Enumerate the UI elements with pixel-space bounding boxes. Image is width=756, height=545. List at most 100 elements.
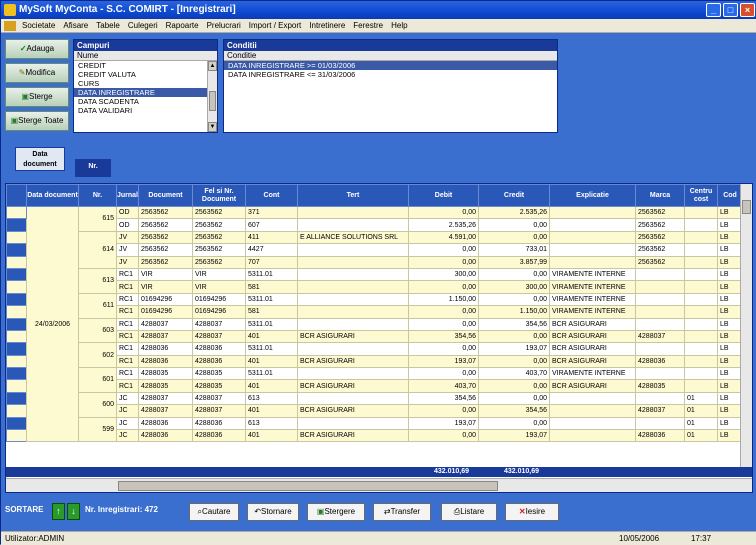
table-row[interactable]: 613 RC1 VIR VIR 5311.01 300,00 0,00 VIRAMENTE I… [6,267,744,294]
table-row[interactable]: RC1 4288037 4288037 401 BCR ASIGURARI 354,56 0… [6,329,744,344]
row-selector[interactable] [6,391,27,406]
table-row[interactable]: JV 2563562 2563562 707 0,00 3.857,99 2563562 LB [6,255,744,269]
table-row[interactable]: RC1 VIR VIR 581 0,00 300,00 VIRAMENTE INTERNE L… [6,280,744,294]
menu-import-export[interactable]: Import / Export [245,19,305,33]
table-row[interactable]: 24/03/2006 615 OD 2563562 2563562 371 0,00 2.53… [6,205,744,443]
column-header[interactable]: Debit [408,184,480,207]
row-selector[interactable] [6,292,27,307]
transfer-button[interactable]: ⇄Transfer [373,503,431,521]
group-tab-date[interactable]: Data document [15,147,65,171]
cell-credit: 733,01 [478,243,551,257]
campuri-item[interactable]: DATA INREGISTRARE [74,88,217,97]
table-row[interactable]: OD 2563562 2563562 607 2.535,26 0,00 2563562 LB [6,218,744,232]
conditii-item[interactable]: DATA INREGISTRARE >= 01/03/2006 [224,61,557,70]
column-header[interactable]: Fel si Nr. Document [192,184,247,207]
campuri-scrollbar[interactable]: ▲ ▼ [207,61,217,132]
cell-expl: VIRAMENTE INTERNE [549,305,637,319]
table-row[interactable]: 611 RC1 01694296 01694296 5311.01 1.150,00 0,0… [6,292,744,319]
row-selector[interactable] [6,329,27,344]
cell-jr: JC [115,391,140,406]
campuri-item[interactable]: CREDIT [74,61,217,70]
table-row[interactable]: JC 4288036 4288036 401 BCR ASIGURARI 0,00 193,… [6,429,744,443]
menu-intretinere[interactable]: Intretinere [305,19,349,33]
cell-cod: LB [717,354,744,369]
close-icon[interactable]: × [740,3,755,17]
column-header[interactable]: Cod [717,184,744,207]
menu-afisare[interactable]: Afisare [59,19,92,33]
column-header[interactable]: Jurnal [115,184,140,207]
minimize-icon[interactable]: _ [706,3,721,17]
menu-prelucrari[interactable]: Prelucrari [203,19,245,33]
campuri-item[interactable]: DATA VALIDARI [74,106,217,115]
sort-up-icon[interactable]: ↑ [52,503,65,520]
iesire-button[interactable]: ✕Iesire [505,503,559,521]
table-row[interactable]: RC1 01694296 01694296 581 0,00 1.150,00 VIRAME… [6,305,744,319]
cautare-button[interactable]: ⌕Cautare [189,503,239,521]
stergere-button[interactable]: ▣Stergere [307,503,365,521]
campuri-item[interactable]: CURS [74,79,217,88]
main-window: MySoft MyConta - S.C. COMIRT - [Inregist… [0,0,756,545]
row-selector[interactable] [6,354,27,369]
row-selector[interactable] [6,218,27,232]
stornare-button[interactable]: ↶Stornare [247,503,299,521]
group-tab-nr[interactable]: Nr. [75,159,111,177]
table-row[interactable]: 602 RC1 4288036 4288036 5311.01 0,00 193,07 BCR… [6,342,744,369]
menu-rapoarte[interactable]: Rapoarte [162,19,203,33]
maximize-icon[interactable]: □ [723,3,738,17]
listare-button[interactable]: ⎙Listare [441,503,497,521]
conditii-item[interactable]: DATA INREGISTRARE <= 31/03/2006 [224,70,557,79]
row-selector[interactable] [6,255,27,269]
table-row[interactable]: 603 RC1 4288037 4288037 5311.01 0,00 354,56 BCR… [6,317,744,344]
sort-down-icon[interactable]: ↓ [67,503,80,520]
row-selector[interactable] [6,429,27,443]
menu-ferestre[interactable]: Ferestre [349,19,387,33]
column-header[interactable]: Marca [635,184,686,207]
column-header[interactable]: Cont [245,184,299,207]
campuri-item[interactable]: CREDIT VALUTA [74,70,217,79]
column-header[interactable]: Credit [478,184,551,207]
row-selector[interactable] [6,280,27,294]
row-selector[interactable] [6,367,27,381]
table-row[interactable]: RC1 4288035 4288035 401 BCR ASIGURARI 403,70 0… [6,379,744,393]
menu-societate[interactable]: Societate [18,19,59,33]
column-header[interactable]: Nr. [78,184,117,207]
menu-help[interactable]: Help [387,19,411,33]
filter-area: ✓Adauga ✎Modifica ▣Sterge ▣Sterge Toate … [1,33,756,143]
row-selector[interactable] [6,317,27,331]
row-selector[interactable] [6,205,27,220]
menu-tabele[interactable]: Tabele [92,19,124,33]
table-row[interactable]: JV 2563562 2563562 4427 0,00 733,01 2563562 LB [6,243,744,257]
table-row[interactable]: 601 RC1 4288035 4288035 5311.01 0,00 403,70 VIR… [6,367,744,393]
table-row[interactable]: 614 JV 2563562 2563562 411 E ALLIANCE SOLUTIO… [6,230,744,269]
table-row[interactable]: RC1 4288036 4288036 401 BCR ASIGURARI 193,07 0… [6,354,744,369]
row-selector[interactable] [6,267,27,282]
row-selector[interactable] [6,305,27,319]
column-header[interactable]: Document [138,184,194,207]
column-header[interactable]: Tert [297,184,410,207]
column-header[interactable]: Centru cost [684,184,719,207]
adauga-button[interactable]: ✓Adauga [5,39,69,59]
row-selector[interactable] [6,404,27,418]
table-row[interactable]: 600 JC 4288037 4288037 613 354,56 0,00 01 LB [6,391,744,418]
modifica-button[interactable]: ✎Modifica [5,63,69,83]
row-selector[interactable] [6,379,27,393]
sterge-button[interactable]: ▣Sterge [5,87,69,107]
row-selector[interactable] [6,342,27,356]
cell-debit: 0,00 [408,205,480,220]
cell-jr: RC1 [115,329,140,344]
sterge-toate-button[interactable]: ▣Sterge Toate [5,111,69,131]
menu-culegeri[interactable]: Culegeri [124,19,162,33]
row-selector[interactable] [6,243,27,257]
row-selector[interactable] [6,230,27,245]
cell-expl [549,205,637,220]
table-row[interactable]: JC 4288037 4288037 401 BCR ASIGURARI 0,00 354,… [6,404,744,418]
grid-horizontal-scrollbar[interactable] [6,478,752,492]
campuri-item[interactable]: DATA SCADENTA [74,97,217,106]
column-header[interactable]: Explicatie [549,184,637,207]
grid-vertical-scrollbar[interactable] [740,184,752,467]
cell-cont: 581 [245,305,299,319]
row-selector[interactable] [6,416,27,431]
conditii-title: Conditii [224,40,557,51]
table-row[interactable]: 599 JC 4288036 4288036 613 193,07 0,00 01 LB [6,416,744,443]
column-header[interactable]: Data document [26,184,79,207]
